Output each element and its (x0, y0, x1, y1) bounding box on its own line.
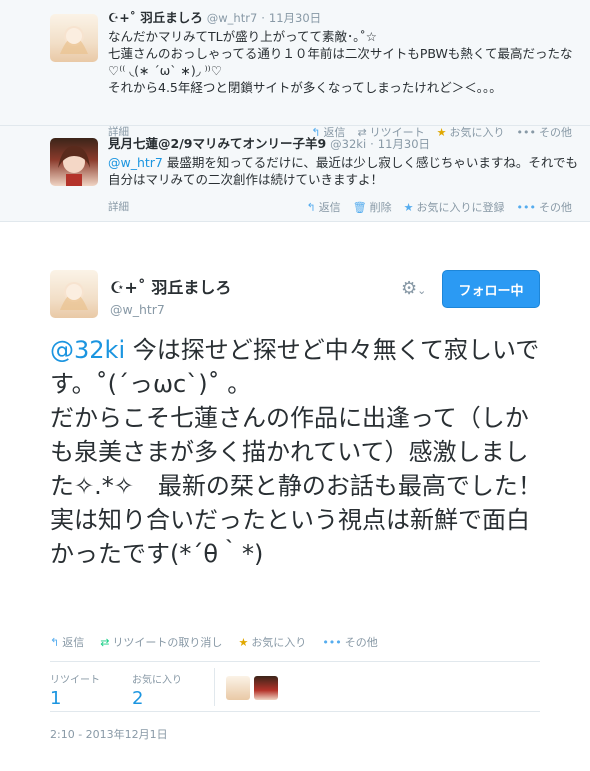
tweet-line: それから4.5年経つと閉鎖サイトが多くなってしまったけれど＞＜。。。 (108, 80, 502, 95)
tweet-header: ☪+˚ 羽丘ましろ @w_htr7 · 11月30日 (108, 10, 578, 26)
user-name[interactable]: ☪+˚ 羽丘ましろ (108, 10, 203, 25)
mention-link[interactable]: @w_htr7 (108, 155, 163, 170)
following-button[interactable]: フォロー中 (442, 270, 540, 308)
tweet-text: @w_htr7 最盛期を知ってるだけに、最近は少し寂しく感じちゃいますね。それで… (108, 155, 578, 187)
more-icon: ••• (516, 200, 536, 214)
delete-button[interactable]: 🗑 削除 (353, 199, 392, 215)
conversation-thread: ☪+˚ 羽丘ましろ @w_htr7 · 11月30日 なんだかマリみてTLが盛り… (0, 0, 590, 222)
gear-icon: ⚙ (401, 278, 418, 299)
reply-tweet-1[interactable]: ☪+˚ 羽丘ましろ @w_htr7 · 11月30日 なんだかマリみてTLが盛り… (0, 0, 590, 139)
tweet-stats: リツイート 1 お気に入り 2 (50, 671, 214, 709)
star-icon: ★ (238, 635, 249, 649)
main-tweet-actions: ↰ 返信 ⇄ リツイートの取り消し ★ お気に入り ••• その他 (50, 634, 378, 650)
retweet-icon: ⇄ (100, 635, 110, 649)
user-name[interactable]: ☪+˚ 羽丘ましろ (110, 274, 231, 298)
tweet-date[interactable]: 11月30日 (378, 137, 430, 151)
main-tweet-header: ☪+˚ 羽丘ましろ @w_htr7 (110, 274, 231, 317)
divider (50, 661, 540, 662)
favoriter-avatar[interactable] (226, 676, 250, 700)
tweet-date[interactable]: 11月30日 (269, 11, 321, 25)
divider (214, 668, 215, 706)
more-button[interactable]: ••• その他 (322, 634, 377, 650)
star-icon: ★ (403, 200, 414, 214)
user-handle[interactable]: @w_htr7 (110, 302, 231, 317)
user-name[interactable]: 見月七蓮@2/9マリみてオンリー子羊9 (108, 136, 326, 151)
user-handle[interactable]: @32ki (330, 137, 366, 151)
chevron-down-icon: ⌄ (417, 284, 427, 297)
separator-dot: · (261, 11, 265, 25)
reply-button[interactable]: ↰ 返信 (306, 199, 340, 215)
reply-tweet-2[interactable]: 見月七蓮@2/9マリみてオンリー子羊9 @32ki · 11月30日 @w_ht… (0, 126, 590, 222)
reply-icon: ↰ (50, 635, 60, 649)
retweet-count[interactable]: リツイート 1 (50, 671, 132, 709)
tweet-line: なんだかマリみてTLが盛り上がってて素敵･｡˚☆ (108, 29, 377, 44)
trash-icon: 🗑 (352, 200, 367, 214)
favorite-count[interactable]: お気に入り 2 (132, 671, 214, 709)
avatar[interactable] (50, 14, 98, 62)
undo-retweet-button[interactable]: ⇄ リツイートの取り消し (100, 634, 222, 650)
detail-link[interactable]: 詳細 (108, 199, 129, 214)
more-button[interactable]: ••• その他 (517, 199, 572, 215)
favorite-button[interactable]: ★ お気に入りに登録 (404, 199, 505, 215)
tweet-line: 七蓮さんのおっしゃってる通り１０年前は二次サイトもPBWも熱くて最高だったな♡⁽… (108, 46, 573, 78)
tweet-text: なんだかマリみてTLが盛り上がってて素敵･｡˚☆ 七蓮さんのおっしゃってる通り１… (108, 28, 578, 96)
tweet-actions: ↰ 返信 🗑 削除 ★ お気に入りに登録 ••• その他 (306, 199, 572, 215)
main-tweet-text: @32ki 今は探せど探せど中々無くて寂しいです。˚(´っωc`)˚ 。 だから… (50, 336, 542, 568)
favoriter-avatar[interactable] (254, 676, 278, 700)
user-actions-dropdown[interactable]: ⚙⌄ (401, 278, 426, 299)
reply-button[interactable]: ↰ 返信 (50, 634, 84, 650)
divider (50, 711, 540, 712)
mention-link[interactable]: @32ki (50, 336, 125, 364)
separator-dot: · (370, 137, 374, 151)
avatar[interactable] (50, 270, 98, 318)
tweet-timestamp[interactable]: 2:10 - 2013年12月1日 (50, 726, 168, 742)
avatar[interactable] (50, 138, 98, 186)
user-handle[interactable]: @w_htr7 (207, 11, 258, 25)
reply-icon: ↰ (306, 200, 316, 214)
favorite-button[interactable]: ★ お気に入り (238, 634, 306, 650)
tweet-header: 見月七蓮@2/9マリみてオンリー子羊9 @32ki · 11月30日 (108, 136, 578, 152)
more-icon: ••• (322, 635, 342, 649)
